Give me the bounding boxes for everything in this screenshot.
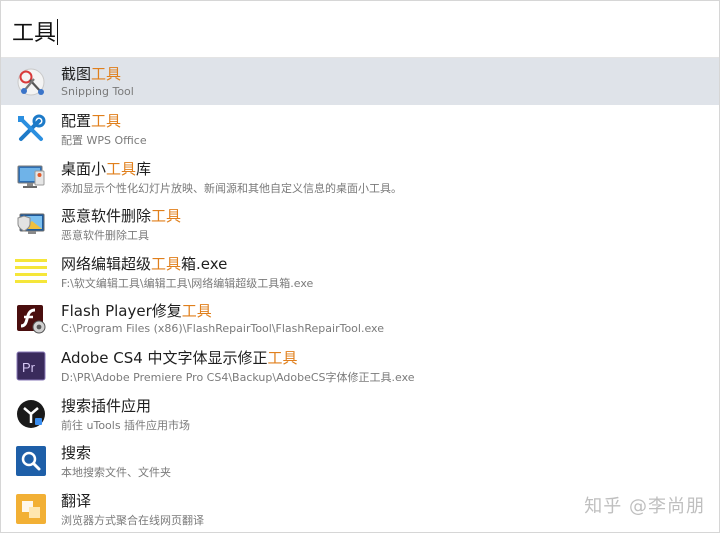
result-title: 截图工具 — [61, 63, 121, 84]
search-bar[interactable]: 工具 — [1, 1, 719, 58]
result-title: 搜索插件应用 — [61, 395, 151, 416]
title-text: 截图 — [61, 65, 92, 83]
title-text: 翻译 — [61, 491, 92, 510]
watermark: 知乎 @李尚朋 — [584, 496, 705, 517]
title-text-after: 库 — [136, 159, 152, 178]
result-title: 配置工具 — [61, 110, 121, 131]
result-title: Flash Player修复工具 — [61, 300, 212, 321]
title-highlight: 工具 — [91, 65, 122, 83]
title-text-after: 箱.exe — [181, 254, 228, 273]
result-description: Snipping Tool — [61, 85, 134, 98]
result-title: 搜索 — [61, 442, 91, 463]
result-item-flash-repair[interactable]: Flash Player修复工具 C:\Program Files (x86)\… — [1, 295, 719, 342]
title-highlight: 工具 — [151, 207, 182, 226]
search-input[interactable]: 工具 — [12, 15, 59, 47]
utools-icon — [15, 398, 47, 430]
svg-text:Pr: Pr — [22, 360, 36, 375]
search-icon — [15, 445, 47, 477]
result-title: 恶意软件删除工具 — [61, 205, 181, 226]
title-highlight: 工具 — [181, 301, 212, 320]
text-caret — [57, 19, 59, 45]
result-title: 网络编辑超级工具箱.exe — [61, 253, 227, 274]
scissors-icon — [15, 66, 47, 98]
result-description: 配置 WPS Office — [61, 134, 147, 148]
result-item-plugin-search[interactable]: 搜索插件应用 前往 uTools 插件应用市场 — [1, 390, 719, 437]
shield-monitor-icon — [15, 208, 47, 240]
result-item-network-editor-toolbox[interactable]: 网络编辑超级工具箱.exe F:\软文编辑工具\编辑工具\网络编辑超级工具箱.e… — [1, 248, 719, 295]
title-highlight: 工具 — [91, 112, 122, 131]
result-item-local-search[interactable]: 搜索 本地搜索文件、文件夹 — [1, 437, 719, 484]
title-highlight: 工具 — [267, 349, 298, 368]
result-description: F:\软文编辑工具\编辑工具\网络编辑超级工具箱.exe — [61, 276, 314, 290]
title-text: 网络编辑超级 — [61, 254, 152, 273]
result-title: 翻译 — [61, 490, 91, 511]
title-text: 恶意软件删除 — [61, 207, 152, 226]
title-highlight: 工具 — [151, 254, 182, 273]
translate-icon — [15, 493, 47, 525]
title-text: 搜索 — [61, 444, 92, 463]
title-text: 搜索插件应用 — [61, 396, 152, 415]
result-description: 恶意软件删除工具 — [61, 229, 149, 243]
result-description: 本地搜索文件、文件夹 — [61, 466, 171, 480]
monitor-icon — [15, 161, 47, 193]
result-description: 浏览器方式聚合在线网页翻译 — [61, 513, 204, 527]
result-description: C:\Program Files (x86)\FlashRepairTool\F… — [61, 321, 384, 335]
utools-window: 工具 截图工具 Snipping Tool 配置工具 配置 WPS Office… — [0, 0, 720, 533]
title-highlight: 工具 — [106, 159, 137, 178]
result-description: D:\PR\Adobe Premiere Pro CS4\Backup\Adob… — [61, 371, 415, 385]
title-text: Adobe CS4 中文字体显示修正 — [61, 349, 268, 368]
result-item-snipping-tool[interactable]: 截图工具 Snipping Tool — [1, 58, 719, 106]
results-list: 截图工具 Snipping Tool 配置工具 配置 WPS Office 桌面… — [1, 58, 719, 532]
flash-repair-icon — [15, 303, 47, 335]
title-text: 桌面小 — [61, 159, 107, 178]
result-description: 前往 uTools 插件应用市场 — [61, 418, 191, 432]
title-text: Flash Player修复 — [61, 301, 182, 320]
result-item-adobe-font-fix[interactable]: Pr Adobe CS4 中文字体显示修正工具 D:\PR\Adobe Prem… — [1, 342, 719, 389]
result-title: 桌面小工具库 — [61, 158, 151, 179]
tools-icon — [15, 113, 47, 145]
yellow-lines-icon — [15, 256, 47, 288]
search-query-text: 工具 — [12, 21, 57, 46]
result-description: 添加显示个性化幻灯片放映、新闻源和其他自定义信息的桌面小工具。 — [61, 181, 402, 195]
result-item-desktop-gadgets[interactable]: 桌面小工具库 添加显示个性化幻灯片放映、新闻源和其他自定义信息的桌面小工具。 — [1, 153, 719, 200]
premiere-pro-icon: Pr — [15, 350, 47, 382]
title-text: 配置 — [61, 112, 92, 131]
result-item-malware-removal[interactable]: 恶意软件删除工具 恶意软件删除工具 — [1, 200, 719, 247]
result-item-wps-config[interactable]: 配置工具 配置 WPS Office — [1, 105, 719, 152]
result-title: Adobe CS4 中文字体显示修正工具 — [61, 347, 298, 368]
